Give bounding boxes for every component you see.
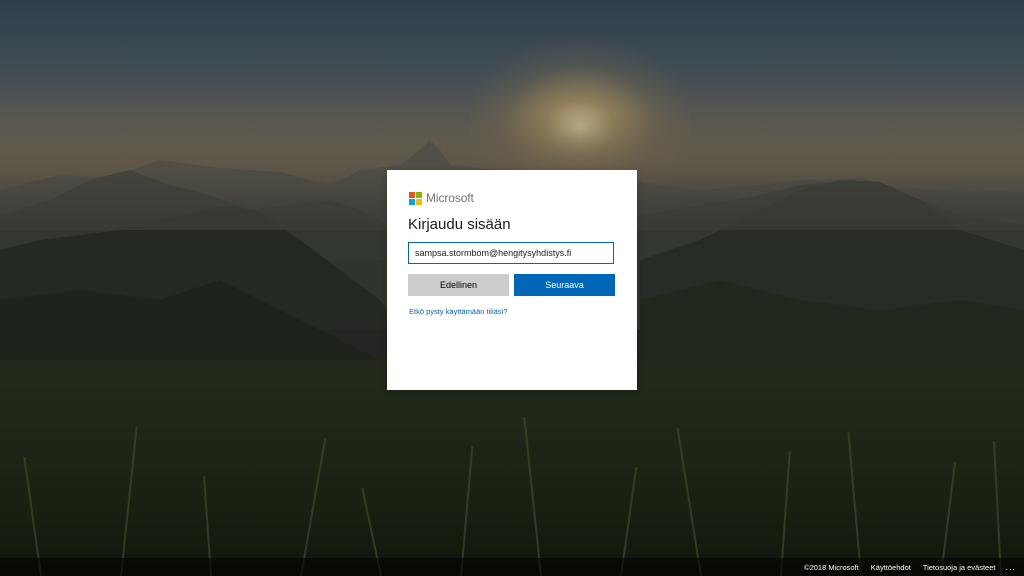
back-button[interactable]: Edellinen xyxy=(408,274,509,296)
footer: ©2018 Microsoft Käyttöehdot Tietosuoja j… xyxy=(0,558,1024,576)
email-field[interactable] xyxy=(408,242,614,264)
copyright-text: ©2018 Microsoft xyxy=(804,562,859,572)
cant-access-account-link[interactable]: Etkö pysty käyttämään tiliäsi? xyxy=(409,307,507,316)
logo-text: Microsoft xyxy=(426,191,474,205)
microsoft-squares-icon xyxy=(409,191,422,205)
microsoft-logo: Microsoft xyxy=(409,191,474,205)
signin-card: Microsoft Kirjaudu sisään Edellinen Seur… xyxy=(387,170,637,390)
next-button[interactable]: Seuraava xyxy=(514,274,615,296)
page-title: Kirjaudu sisään xyxy=(408,216,511,233)
privacy-link[interactable]: Tietosuoja ja evästeet xyxy=(923,563,996,572)
more-options-icon[interactable]: ... xyxy=(1005,562,1016,572)
terms-link[interactable]: Käyttöehdot xyxy=(871,563,911,572)
